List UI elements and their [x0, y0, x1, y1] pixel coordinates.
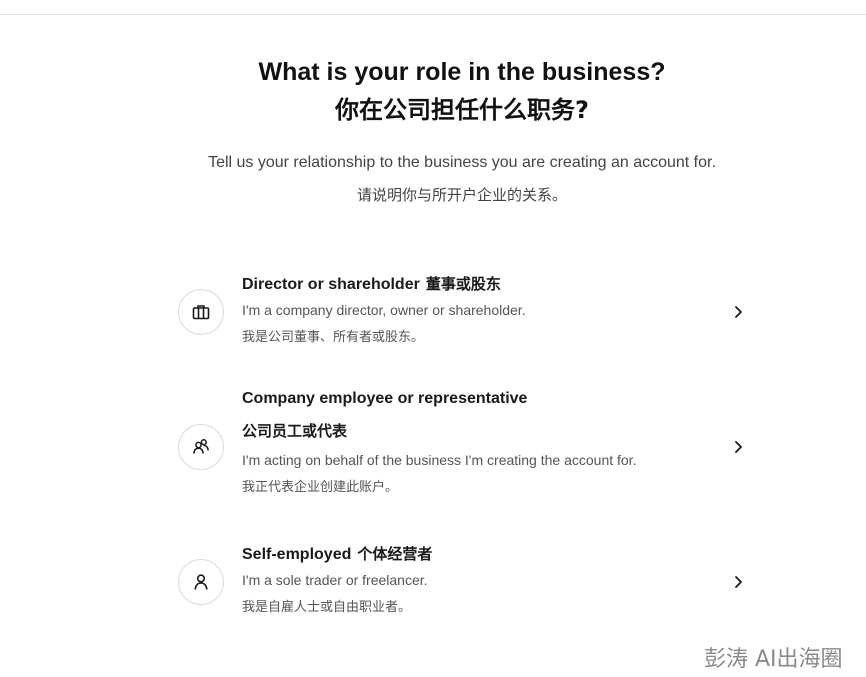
chevron-right-icon [735, 306, 742, 318]
option-icon-container [178, 559, 224, 605]
page-heading: What is your role in the business? 你在公司担… [0, 55, 866, 127]
option-self-employed[interactable]: Self-employed 个体经营者 I'm a sole trader or … [178, 541, 750, 621]
option-title-zh: 董事或股东 [425, 275, 501, 293]
option-title: Director or shareholder [242, 276, 420, 293]
option-icon-container [178, 424, 224, 470]
page-title-zh: 你在公司担任什么职务? [335, 96, 589, 124]
people-icon [193, 439, 209, 454]
subtitle-text-zh: 请说明你与所开户企业的关系。 [356, 186, 567, 204]
person-icon [194, 574, 208, 590]
option-title-zh: 公司员工或代表 [242, 422, 348, 440]
option-title: Self-employed [242, 546, 352, 563]
option-description: I'm a sole trader or freelancer. [242, 572, 428, 588]
option-description-zh: 我是自雇人士或自由职业者。 [242, 600, 412, 615]
option-icon-container [178, 289, 224, 335]
watermark-text: 彭涛 AI出海圈 [704, 647, 843, 672]
chevron-right-icon [735, 441, 742, 453]
option-description-zh: 我是公司董事、所有者或股东。 [242, 330, 425, 345]
option-text: Company employee or representative 公司员工或… [242, 386, 712, 498]
option-description: I'm acting on behalf of the business I'm… [242, 452, 637, 468]
page-title: What is your role in the business? [258, 58, 666, 86]
option-title: Company employee or representative [242, 390, 528, 407]
page-subtitle: Tell us your relationship to the busines… [0, 151, 866, 207]
option-title-line: Self-employed 个体经营者 [242, 541, 712, 568]
option-director-shareholder[interactable]: Director or shareholder 董事或股东 I'm a compa… [178, 271, 750, 351]
option-title-line: Director or shareholder 董事或股东 [242, 271, 712, 298]
option-text: Director or shareholder 董事或股东 I'm a compa… [242, 271, 712, 348]
chevron-right-icon [735, 576, 742, 588]
option-company-employee[interactable]: Company employee or representative 公司员工或… [178, 386, 750, 506]
option-description: I'm a company director, owner or shareho… [242, 302, 526, 318]
briefcase-icon [192, 305, 210, 320]
option-description-zh: 我正代表企业创建此账户。 [242, 480, 399, 495]
subtitle-text: Tell us your relationship to the busines… [208, 154, 716, 171]
option-text: Self-employed 个体经营者 I'm a sole trader or … [242, 541, 712, 618]
top-bar [0, 0, 866, 15]
option-title-zh: 个体经营者 [357, 545, 433, 563]
